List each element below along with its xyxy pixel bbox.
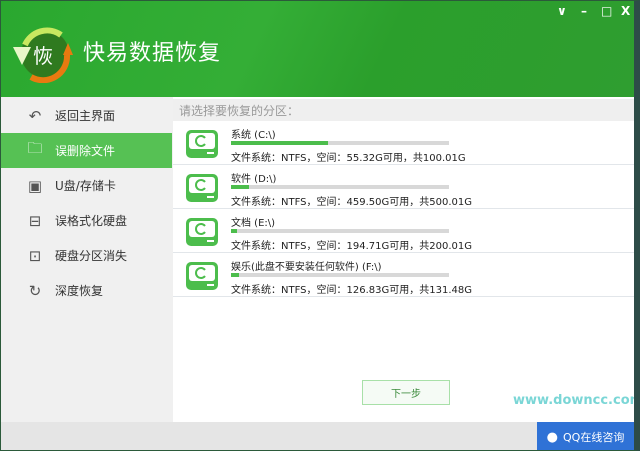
sidebar-item-label: 硬盘分区消失 <box>55 249 128 263</box>
maximize-button[interactable]: □ <box>601 4 612 18</box>
folder-icon: 🗀 <box>27 139 43 157</box>
usage-bar-fill <box>231 185 249 189</box>
qq-consult-button[interactable]: ● QQ在线咨询 <box>537 422 634 450</box>
sidebar: ↶ 返回主界面 🗀 误删除文件 ▣ U盘/存储卡 ⊟ 误格式化硬盘 ⊡ 硬盘分区消失 ↻ 深… <box>1 97 173 422</box>
sidebar-item-lost-partition[interactable]: ⊡ 硬盘分区消失 <box>1 238 172 273</box>
deep-scan-icon: ↻ <box>28 281 42 300</box>
footer: ● QQ在线咨询 <box>1 422 634 450</box>
sidebar-item-label: U盘/存储卡 <box>55 179 116 193</box>
usage-bar-fill <box>231 229 237 233</box>
sidebar-item-label: 深度恢复 <box>55 284 104 298</box>
next-button[interactable]: 下一步 <box>362 380 450 405</box>
app-logo: 恢 <box>13 27 73 83</box>
hard-disk-icon <box>186 130 218 158</box>
usage-bar <box>231 273 449 277</box>
usage-bar <box>231 185 449 189</box>
sidebar-item-deep-recovery[interactable]: ↻ 深度恢复 <box>1 273 172 308</box>
partition-row[interactable]: 软件 (D:\) 文件系统：NTFS，空间：459.50G可用，共500.01G <box>173 165 634 209</box>
usb-drive-icon: ▣ <box>27 176 43 195</box>
sidebar-item-label: 误格式化硬盘 <box>55 214 128 228</box>
main-panel: 请选择要恢复的分区： 系统 (C:\) 文件系统：NTFS，空间：55.32G可… <box>173 97 634 422</box>
hard-disk-icon <box>186 218 218 246</box>
partition-info: 文件系统：NTFS，空间：194.71G可用，共200.01G <box>231 241 472 252</box>
partition-info: 文件系统：NTFS，空间：459.50G可用，共500.01G <box>231 197 472 208</box>
sidebar-item-formatted-disk[interactable]: ⊟ 误格式化硬盘 <box>1 203 172 238</box>
logo-text: 恢 <box>33 44 53 68</box>
hard-disk-icon <box>186 262 218 290</box>
close-button[interactable]: X <box>621 4 630 18</box>
partition-row[interactable]: 文档 (E:\) 文件系统：NTFS，空间：194.71G可用，共200.01G <box>173 209 634 253</box>
back-arrow-icon: ↶ <box>28 106 42 125</box>
usage-bar <box>231 141 449 145</box>
watermark: www.downcc.com <box>513 393 640 408</box>
header: 恢 快易数据恢复 ∨ – □ X <box>1 1 634 97</box>
sidebar-item-label: 返回主界面 <box>55 109 116 123</box>
partition-info: 文件系统：NTFS，空间：126.83G可用，共131.48G <box>231 285 472 296</box>
partition-info: 文件系统：NTFS，空间：55.32G可用，共100.01G <box>231 153 466 164</box>
hard-disk-icon <box>186 174 218 202</box>
sidebar-item-deleted-files[interactable]: 🗀 误删除文件 <box>1 133 172 168</box>
disk-partition-icon: ⊡ <box>28 246 42 265</box>
menu-dropdown-icon[interactable]: ∨ <box>557 4 567 18</box>
partition-row[interactable]: 系统 (C:\) 文件系统：NTFS，空间：55.32G可用，共100.01G <box>173 121 634 165</box>
section-title: 请选择要恢复的分区： <box>173 99 634 121</box>
hard-disk-icon: ⊟ <box>28 211 42 230</box>
usage-bar-fill <box>231 141 329 145</box>
partition-name: 软件 (D:\) <box>231 174 277 185</box>
qq-button-label: QQ在线咨询 <box>563 431 625 444</box>
qq-penguin-icon: ● <box>546 429 558 445</box>
minimize-button[interactable]: – <box>581 4 587 18</box>
usage-bar <box>231 229 449 233</box>
partition-name: 系统 (C:\) <box>231 130 276 141</box>
sidebar-item-usb-card[interactable]: ▣ U盘/存储卡 <box>1 168 172 203</box>
usage-bar-fill <box>231 273 239 277</box>
sidebar-item-label: 误删除文件 <box>55 144 116 158</box>
partition-name: 文档 (E:\) <box>231 218 276 229</box>
partition-row[interactable]: 娱乐(此盘不要安装任何软件) (F:\) 文件系统：NTFS，空间：126.83… <box>173 253 634 297</box>
app-title: 快易数据恢复 <box>83 41 222 66</box>
sidebar-item-back-home[interactable]: ↶ 返回主界面 <box>1 98 172 133</box>
app-window: 恢 快易数据恢复 ∨ – □ X ↶ 返回主界面 🗀 误删除文件 ▣ U盘/存储卡 ⊟… <box>0 0 640 451</box>
partition-name: 娱乐(此盘不要安装任何软件) (F:\) <box>231 262 382 273</box>
